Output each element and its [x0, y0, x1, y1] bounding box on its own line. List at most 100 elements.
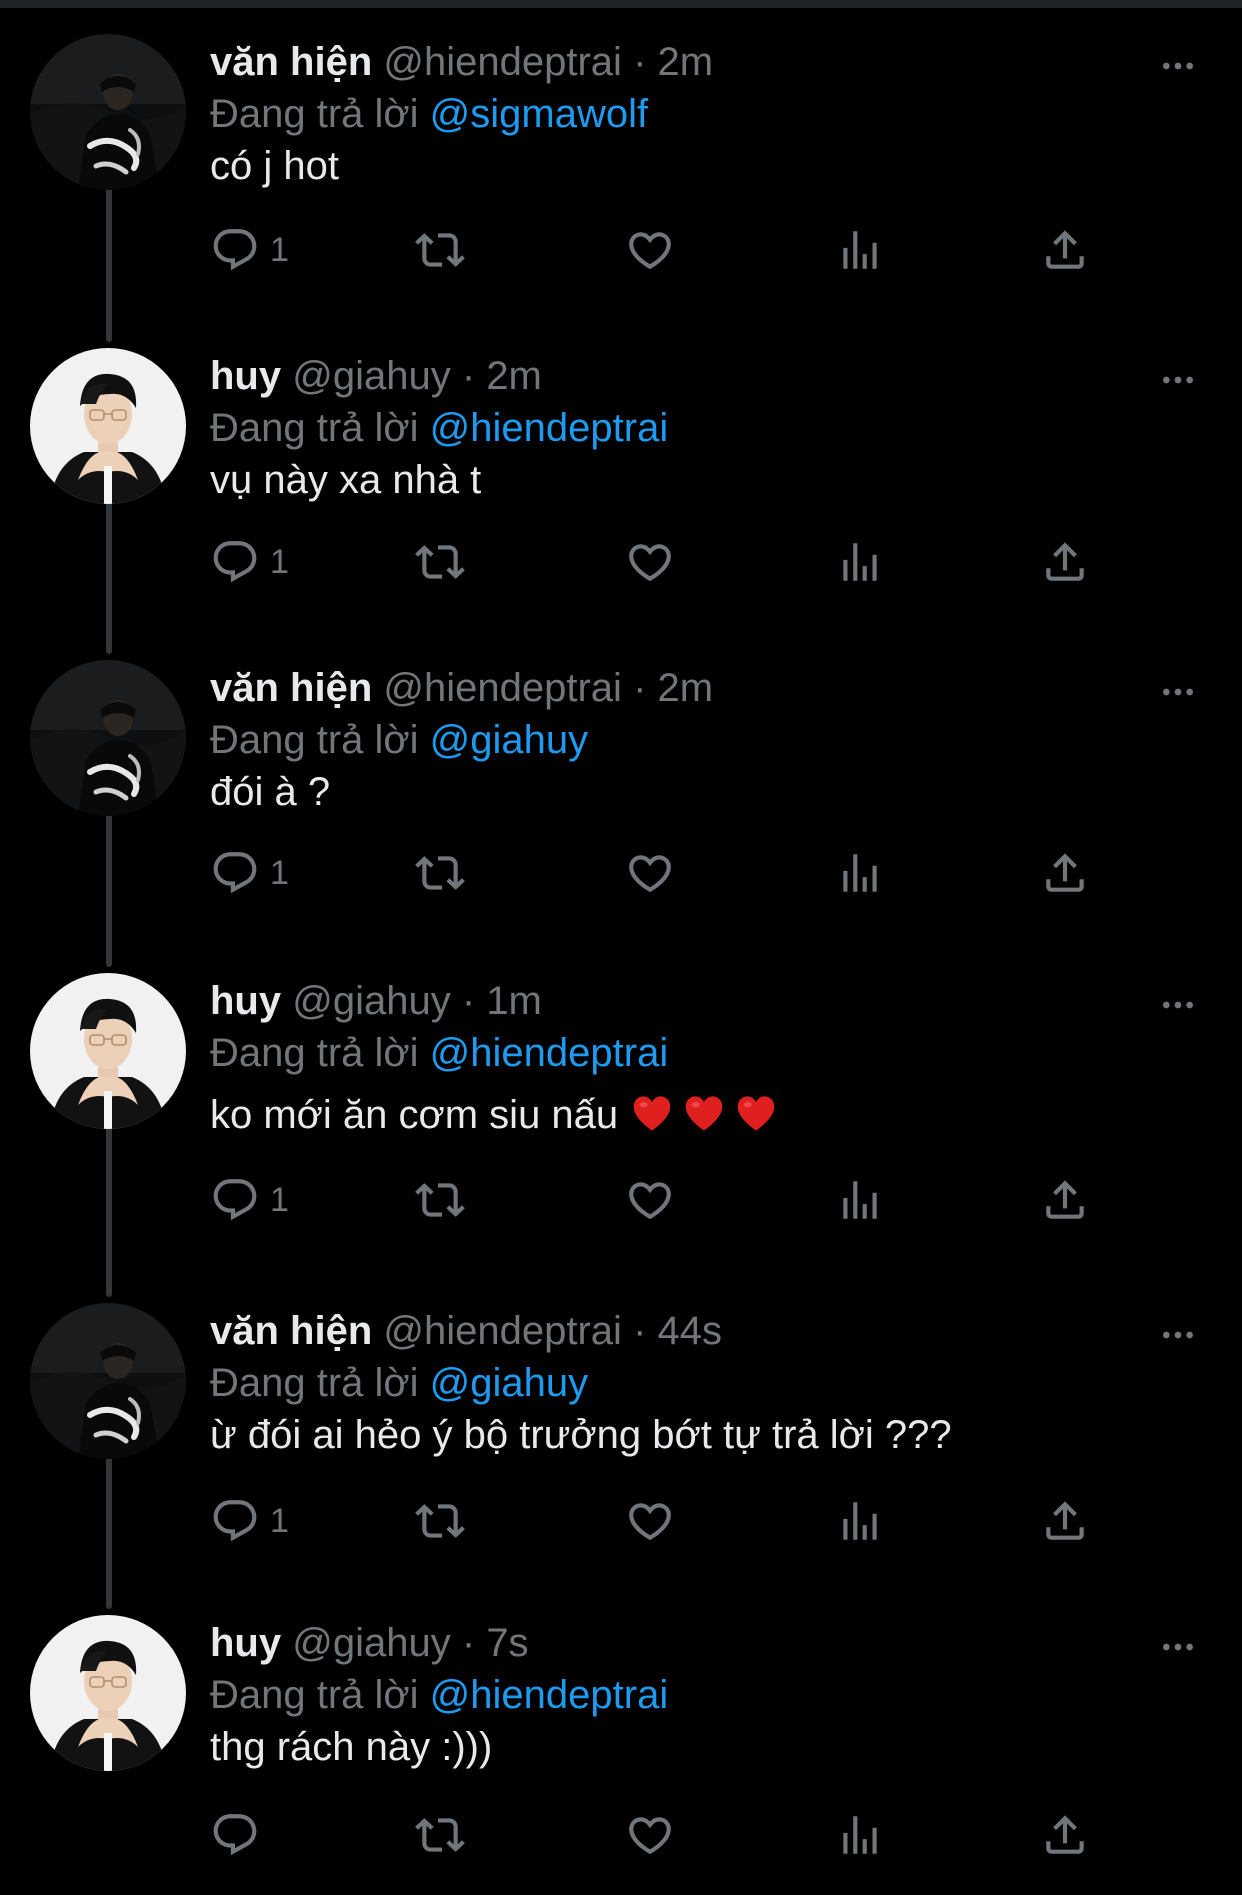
- display-name[interactable]: văn hiện: [210, 666, 372, 710]
- heart-icon: [625, 1175, 675, 1225]
- like-button[interactable]: [625, 1170, 675, 1230]
- replying-to-label: Đang trả lời: [210, 718, 419, 762]
- reply-button[interactable]: 1: [210, 532, 289, 592]
- views-button[interactable]: [835, 532, 885, 592]
- more-options-button[interactable]: [1158, 1627, 1198, 1667]
- reply-button[interactable]: 1: [210, 1170, 289, 1230]
- more-options-button[interactable]: [1158, 360, 1198, 400]
- more-options-button[interactable]: [1158, 985, 1198, 1025]
- tweet[interactable]: huy @giahuy · 1m Đang trả lời @hiendeptra…: [0, 947, 1242, 1297]
- separator-dot: ·: [461, 354, 476, 398]
- tweet-text: vụ này xa nhà t: [210, 458, 482, 502]
- tweet[interactable]: huy @giahuy · 2m Đang trả lời @hiendeptra…: [0, 322, 1242, 654]
- views-button[interactable]: [835, 1170, 885, 1230]
- retweet-button[interactable]: [415, 843, 465, 903]
- mention-link[interactable]: @giahuy: [430, 1361, 588, 1405]
- display-name[interactable]: huy: [210, 979, 281, 1023]
- reply-button[interactable]: 1: [210, 843, 289, 903]
- mention-link[interactable]: @giahuy: [430, 718, 588, 762]
- avatar[interactable]: [30, 660, 186, 816]
- timestamp[interactable]: 2m: [658, 40, 714, 84]
- replying-to: Đang trả lời @giahuy: [210, 1357, 588, 1409]
- reply-count: 1: [270, 1501, 289, 1540]
- retweet-button[interactable]: [415, 1805, 465, 1865]
- share-button[interactable]: [1040, 1805, 1090, 1865]
- user-handle[interactable]: @giahuy: [292, 979, 450, 1023]
- like-button[interactable]: [625, 843, 675, 903]
- retweet-icon: [415, 225, 465, 275]
- retweet-button[interactable]: [415, 532, 465, 592]
- reply-button[interactable]: [210, 1805, 270, 1865]
- tweet[interactable]: huy @giahuy · 7s Đang trả lời @hiendeptra…: [0, 1589, 1242, 1895]
- retweet-icon: [415, 1810, 465, 1860]
- retweet-button[interactable]: [415, 1170, 465, 1230]
- mention-link[interactable]: @hiendeptrai: [430, 1673, 669, 1717]
- reply-button[interactable]: 1: [210, 220, 289, 280]
- views-button[interactable]: [835, 1491, 885, 1551]
- share-button[interactable]: [1040, 532, 1090, 592]
- timestamp[interactable]: 1m: [486, 979, 542, 1023]
- like-button[interactable]: [625, 532, 675, 592]
- tweet[interactable]: văn hiện @hiendeptrai · 44s Đang trả lời …: [0, 1277, 1242, 1609]
- display-name[interactable]: huy: [210, 354, 281, 398]
- retweet-icon: [415, 1496, 465, 1546]
- views-button[interactable]: [835, 1805, 885, 1865]
- views-button[interactable]: [835, 843, 885, 903]
- reply-count: 1: [270, 542, 289, 581]
- separator-dot: ·: [461, 979, 476, 1023]
- like-button[interactable]: [625, 1491, 675, 1551]
- display-name[interactable]: huy: [210, 1621, 281, 1665]
- tweet-text-container: ừ đói ai hẻo ý bộ trưởng bớt tự trả lời …: [210, 1409, 952, 1461]
- reply-button[interactable]: 1: [210, 1491, 289, 1551]
- share-icon: [1040, 225, 1090, 275]
- like-button[interactable]: [625, 1805, 675, 1865]
- tweet[interactable]: văn hiện @hiendeptrai · 2m Đang trả lời @…: [0, 634, 1242, 967]
- replying-to-label: Đang trả lời: [210, 406, 419, 450]
- avatar[interactable]: [30, 348, 186, 504]
- avatar[interactable]: [30, 34, 186, 190]
- tweet-header: huy @giahuy · 1m: [210, 975, 542, 1027]
- user-handle[interactable]: @hiendeptrai: [383, 40, 622, 84]
- like-button[interactable]: [625, 220, 675, 280]
- user-handle[interactable]: @hiendeptrai: [383, 1309, 622, 1353]
- share-button[interactable]: [1040, 1491, 1090, 1551]
- avatar[interactable]: [30, 1303, 186, 1459]
- tweet[interactable]: văn hiện @hiendeptrai · 2m Đang trả lời @…: [0, 8, 1242, 342]
- timestamp[interactable]: 7s: [486, 1621, 528, 1665]
- share-button[interactable]: [1040, 220, 1090, 280]
- more-options-button[interactable]: [1158, 672, 1198, 712]
- timestamp[interactable]: 2m: [486, 354, 542, 398]
- mention-link[interactable]: @sigmawolf: [430, 92, 648, 136]
- action-bar: 1: [210, 1170, 1110, 1230]
- more-options-button[interactable]: [1158, 1315, 1198, 1355]
- share-button[interactable]: [1040, 1170, 1090, 1230]
- retweet-button[interactable]: [415, 1491, 465, 1551]
- user-handle[interactable]: @hiendeptrai: [383, 666, 622, 710]
- replying-to: Đang trả lời @giahuy: [210, 714, 588, 766]
- reply-icon: [210, 537, 260, 587]
- user-handle[interactable]: @giahuy: [292, 354, 450, 398]
- separator-dot: ·: [633, 1309, 647, 1353]
- tweet-header: huy @giahuy · 7s: [210, 1617, 529, 1669]
- mention-link[interactable]: @hiendeptrai: [430, 1031, 669, 1075]
- user-handle[interactable]: @giahuy: [292, 1621, 450, 1665]
- action-bar: [210, 1805, 1110, 1865]
- more-dots-icon: [1158, 1315, 1198, 1355]
- more-dots-icon: [1158, 1627, 1198, 1667]
- timestamp[interactable]: 2m: [658, 666, 714, 710]
- retweet-button[interactable]: [415, 220, 465, 280]
- views-icon: [835, 848, 885, 898]
- tweet-header: văn hiện @hiendeptrai · 2m: [210, 662, 713, 714]
- timestamp[interactable]: 44s: [658, 1309, 723, 1353]
- mention-link[interactable]: @hiendeptrai: [430, 406, 669, 450]
- display-name[interactable]: văn hiện: [210, 1309, 372, 1353]
- avatar[interactable]: [30, 1615, 186, 1771]
- share-button[interactable]: [1040, 843, 1090, 903]
- avatar[interactable]: [30, 973, 186, 1129]
- display-name[interactable]: văn hiện: [210, 40, 372, 84]
- more-options-button[interactable]: [1158, 46, 1198, 86]
- more-dots-icon: [1158, 985, 1198, 1025]
- views-button[interactable]: [835, 220, 885, 280]
- tweet-text-container: ko mới ăn cơm siu nấu: [210, 1089, 776, 1141]
- views-icon: [835, 1496, 885, 1546]
